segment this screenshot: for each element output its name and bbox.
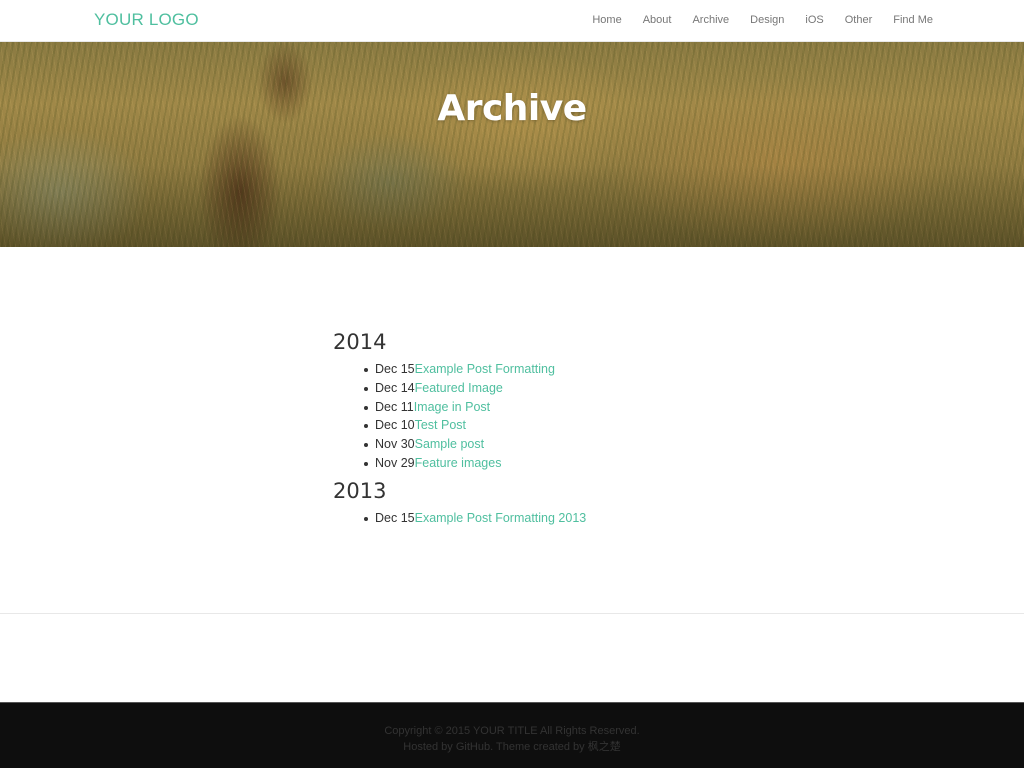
year-section: 2014 Dec 15Example Post Formatting Dec 1…: [333, 330, 733, 473]
list-item: Dec 11Image in Post: [364, 398, 733, 417]
hero-banner: Archive: [0, 42, 1024, 247]
credits-text: Hosted by GitHub. Theme created by 枫之楚: [403, 741, 621, 753]
nav-ios[interactable]: iOS: [805, 14, 823, 26]
content-divider: [0, 613, 1024, 614]
year-section: 2013 Dec 15Example Post Formatting 2013: [333, 479, 733, 528]
nav-design[interactable]: Design: [750, 14, 784, 26]
year-heading: 2014: [333, 330, 387, 354]
nav-about[interactable]: About: [643, 14, 672, 26]
site-logo[interactable]: YOUR LOGO: [94, 10, 199, 30]
list-item: Nov 30Sample post: [364, 435, 733, 454]
post-link[interactable]: Example Post Formatting 2013: [415, 511, 587, 525]
post-date: Nov 29: [375, 455, 415, 470]
post-date: Dec 10: [375, 418, 415, 433]
nav-archive[interactable]: Archive: [692, 14, 729, 26]
nav-find-me[interactable]: Find Me: [893, 14, 933, 26]
post-link[interactable]: Sample post: [415, 437, 484, 451]
post-link[interactable]: Example Post Formatting: [415, 362, 555, 376]
nav-other[interactable]: Other: [845, 14, 873, 26]
list-item: Dec 14Featured Image: [364, 379, 733, 398]
footer: Copyright © 2015 YOUR TITLE All Rights R…: [0, 702, 1024, 768]
navbar: YOUR LOGO Home About Archive Design iOS …: [0, 0, 1024, 42]
post-link[interactable]: Image in Post: [414, 400, 490, 414]
page-title: Archive: [437, 88, 587, 129]
post-link[interactable]: Featured Image: [415, 381, 503, 395]
nav-home[interactable]: Home: [592, 14, 621, 26]
nav-menu: Home About Archive Design iOS Other Find…: [571, 14, 933, 26]
list-item: Dec 15Example Post Formatting: [364, 360, 733, 379]
list-item: Dec 15Example Post Formatting 2013: [364, 509, 733, 528]
copyright-text: Copyright © 2015 YOUR TITLE All Rights R…: [384, 725, 640, 737]
post-link[interactable]: Feature images: [415, 456, 502, 470]
archive-content: 2014 Dec 15Example Post Formatting Dec 1…: [333, 330, 733, 534]
list-item: Dec 10Test Post: [364, 416, 733, 435]
post-date: Dec 14: [375, 380, 415, 395]
post-date: Nov 30: [375, 437, 415, 452]
year-heading: 2013: [333, 478, 387, 503]
post-date: Dec 15: [375, 362, 415, 376]
post-link[interactable]: Test Post: [415, 418, 466, 432]
post-date: Dec 11: [375, 399, 414, 414]
post-list: Dec 15Example Post Formatting 2013: [364, 509, 733, 528]
post-date: Dec 15: [375, 510, 415, 525]
list-item: Nov 29Feature images: [364, 454, 733, 473]
post-list: Dec 15Example Post Formatting Dec 14Feat…: [364, 360, 733, 473]
